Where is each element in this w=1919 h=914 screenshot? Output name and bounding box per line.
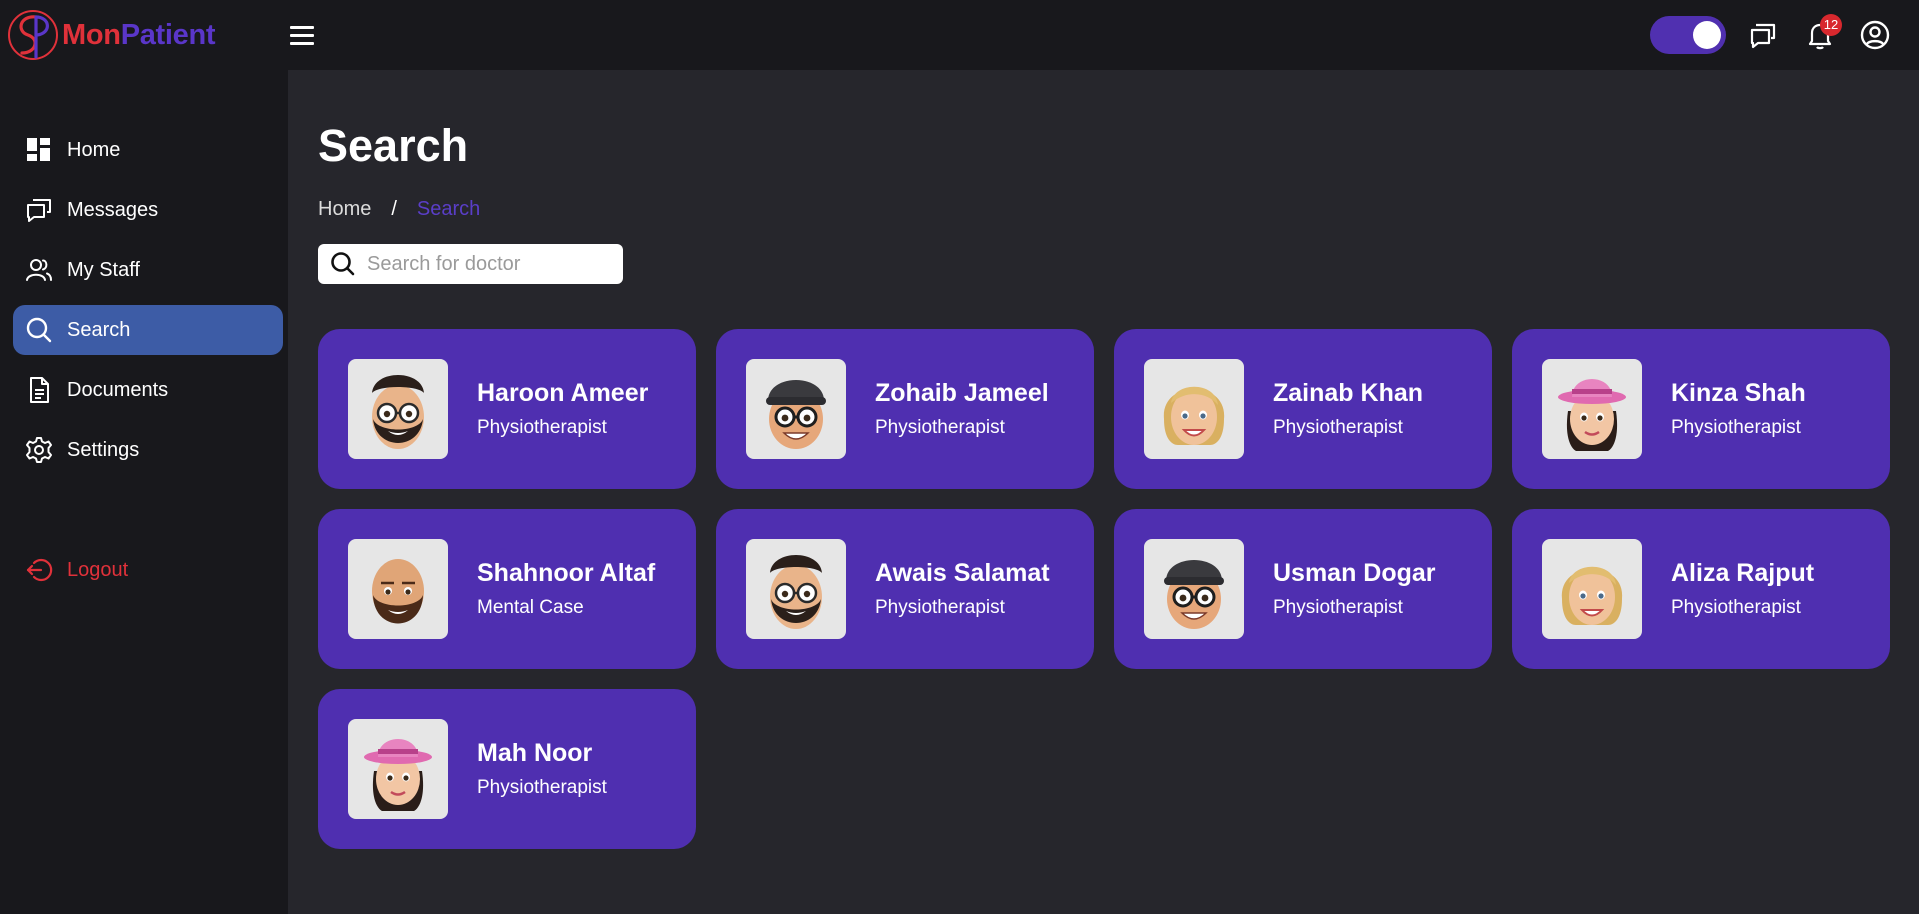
sidebar-item-my-staff[interactable]: My Staff xyxy=(13,245,283,295)
logout-button[interactable]: Logout xyxy=(13,545,283,595)
doctor-name: Kinza Shah xyxy=(1671,379,1806,407)
sidebar-item-label: My Staff xyxy=(67,258,140,281)
sidebar-item-messages[interactable]: Messages xyxy=(13,185,283,235)
brand-name-part2: Patient xyxy=(120,18,216,51)
sidebar-item-search[interactable]: Search xyxy=(13,305,283,355)
sidebar-item-documents[interactable]: Documents xyxy=(13,365,283,415)
sidebar-item-settings[interactable]: Settings xyxy=(13,425,283,475)
page-title: Search xyxy=(318,120,469,171)
blonde-avatar-icon xyxy=(1163,386,1225,445)
gear-icon xyxy=(26,437,52,463)
breadcrumb-current: Search xyxy=(416,198,481,220)
cap-glasses-avatar-icon xyxy=(766,380,826,449)
menu-toggle-button[interactable] xyxy=(289,22,315,48)
people-icon xyxy=(26,259,52,281)
doctor-role: Physiotherapist xyxy=(1273,417,1403,438)
doctor-avatar xyxy=(1144,359,1244,459)
sidebar-item-label: Home xyxy=(67,138,121,161)
doctor-card[interactable]: Shahnoor Altaf Mental Case xyxy=(318,509,696,669)
doctor-avatar xyxy=(746,539,846,639)
chat-icon xyxy=(27,199,51,222)
logo-mark-icon xyxy=(8,10,58,60)
doctor-role: Mental Case xyxy=(477,597,584,618)
doctor-avatar xyxy=(348,359,448,459)
search-icon xyxy=(26,317,52,343)
brand-name-part1: Mon xyxy=(62,18,121,51)
doctor-role: Physiotherapist xyxy=(875,417,1005,438)
hamburger-line xyxy=(290,26,314,29)
doctor-avatar xyxy=(348,719,448,819)
doctor-avatar xyxy=(348,539,448,639)
doctor-name: Haroon Ameer xyxy=(477,379,649,407)
doctor-role: Physiotherapist xyxy=(477,777,607,798)
doctor-avatar xyxy=(746,359,846,459)
breadcrumb-separator: / xyxy=(391,198,397,220)
doctor-card[interactable]: Kinza Shah Physiotherapist xyxy=(1512,329,1890,489)
breadcrumb: Home / Search xyxy=(318,198,480,221)
doctor-role: Physiotherapist xyxy=(1273,597,1403,618)
hamburger-line xyxy=(290,42,314,45)
doctor-name: Zohaib Jameel xyxy=(875,379,1049,407)
doctor-name: Shahnoor Altaf xyxy=(477,559,656,587)
brand-name: MonPatient xyxy=(62,18,216,52)
user-account-icon[interactable] xyxy=(1859,19,1891,51)
logout-icon xyxy=(26,558,53,582)
sidebar-item-home[interactable]: Home xyxy=(13,125,283,175)
doctor-name: Mah Noor xyxy=(477,739,593,767)
dashboard-icon xyxy=(27,138,50,161)
doctor-avatar xyxy=(1542,359,1642,459)
breadcrumb-home-link[interactable]: Home xyxy=(318,198,371,221)
doctor-card[interactable]: Aliza Rajput Physiotherapist xyxy=(1512,509,1890,669)
pink-hat-avatar-icon xyxy=(1558,379,1626,451)
doctor-card[interactable]: Haroon Ameer Physiotherapist xyxy=(318,329,696,489)
sidebar-item-label: Search xyxy=(67,318,131,341)
sidebar-item-label: Documents xyxy=(67,378,169,401)
document-icon xyxy=(30,377,49,403)
doctor-role: Physiotherapist xyxy=(1671,417,1801,438)
search-icon xyxy=(331,252,355,276)
bearded-glasses-avatar-icon xyxy=(372,375,424,449)
hamburger-line xyxy=(290,34,314,37)
chat-icon[interactable] xyxy=(1747,19,1779,51)
sidebar-item-label: Messages xyxy=(67,198,159,221)
top-bar: MonPatient 12 xyxy=(0,0,1919,70)
doctor-role: Physiotherapist xyxy=(875,597,1005,618)
theme-toggle[interactable] xyxy=(1650,16,1726,54)
doctor-avatar xyxy=(1542,539,1642,639)
doctor-card[interactable]: Zohaib Jameel Physiotherapist xyxy=(716,329,1094,489)
doctor-card[interactable]: Awais Salamat Physiotherapist xyxy=(716,509,1094,669)
doctor-card-grid: Haroon Ameer Physiotherapist Zohaib Jamee… xyxy=(318,329,1891,849)
doctor-avatar xyxy=(1144,539,1244,639)
doctor-name: Aliza Rajput xyxy=(1671,559,1815,587)
cap-glasses-avatar-icon xyxy=(1164,560,1224,629)
notification-badge: 12 xyxy=(1820,14,1842,36)
logout-label: Logout xyxy=(67,558,129,581)
doctor-name: Usman Dogar xyxy=(1273,559,1436,587)
doctor-search-input[interactable] xyxy=(367,252,607,276)
doctor-card[interactable]: Mah Noor Physiotherapist xyxy=(318,689,696,849)
doctor-role: Physiotherapist xyxy=(477,417,607,438)
doctor-card[interactable]: Usman Dogar Physiotherapist xyxy=(1114,509,1492,669)
blonde-avatar-icon xyxy=(1561,566,1623,625)
sidebar: Home Messages My Staff Search Documents … xyxy=(0,70,288,914)
toggle-knob xyxy=(1693,21,1721,49)
doctor-role: Physiotherapist xyxy=(1671,597,1801,618)
sidebar-item-label: Settings xyxy=(67,438,140,461)
bald-beard-avatar-icon xyxy=(372,559,424,624)
doctor-name: Awais Salamat xyxy=(875,559,1050,587)
doctor-name: Zainab Khan xyxy=(1273,379,1424,407)
bearded-glasses-avatar-icon xyxy=(770,555,822,629)
search-box[interactable] xyxy=(318,244,623,284)
app-logo[interactable]: MonPatient xyxy=(6,9,216,61)
pink-hat-avatar-icon xyxy=(364,739,432,811)
doctor-card[interactable]: Zainab Khan Physiotherapist xyxy=(1114,329,1492,489)
